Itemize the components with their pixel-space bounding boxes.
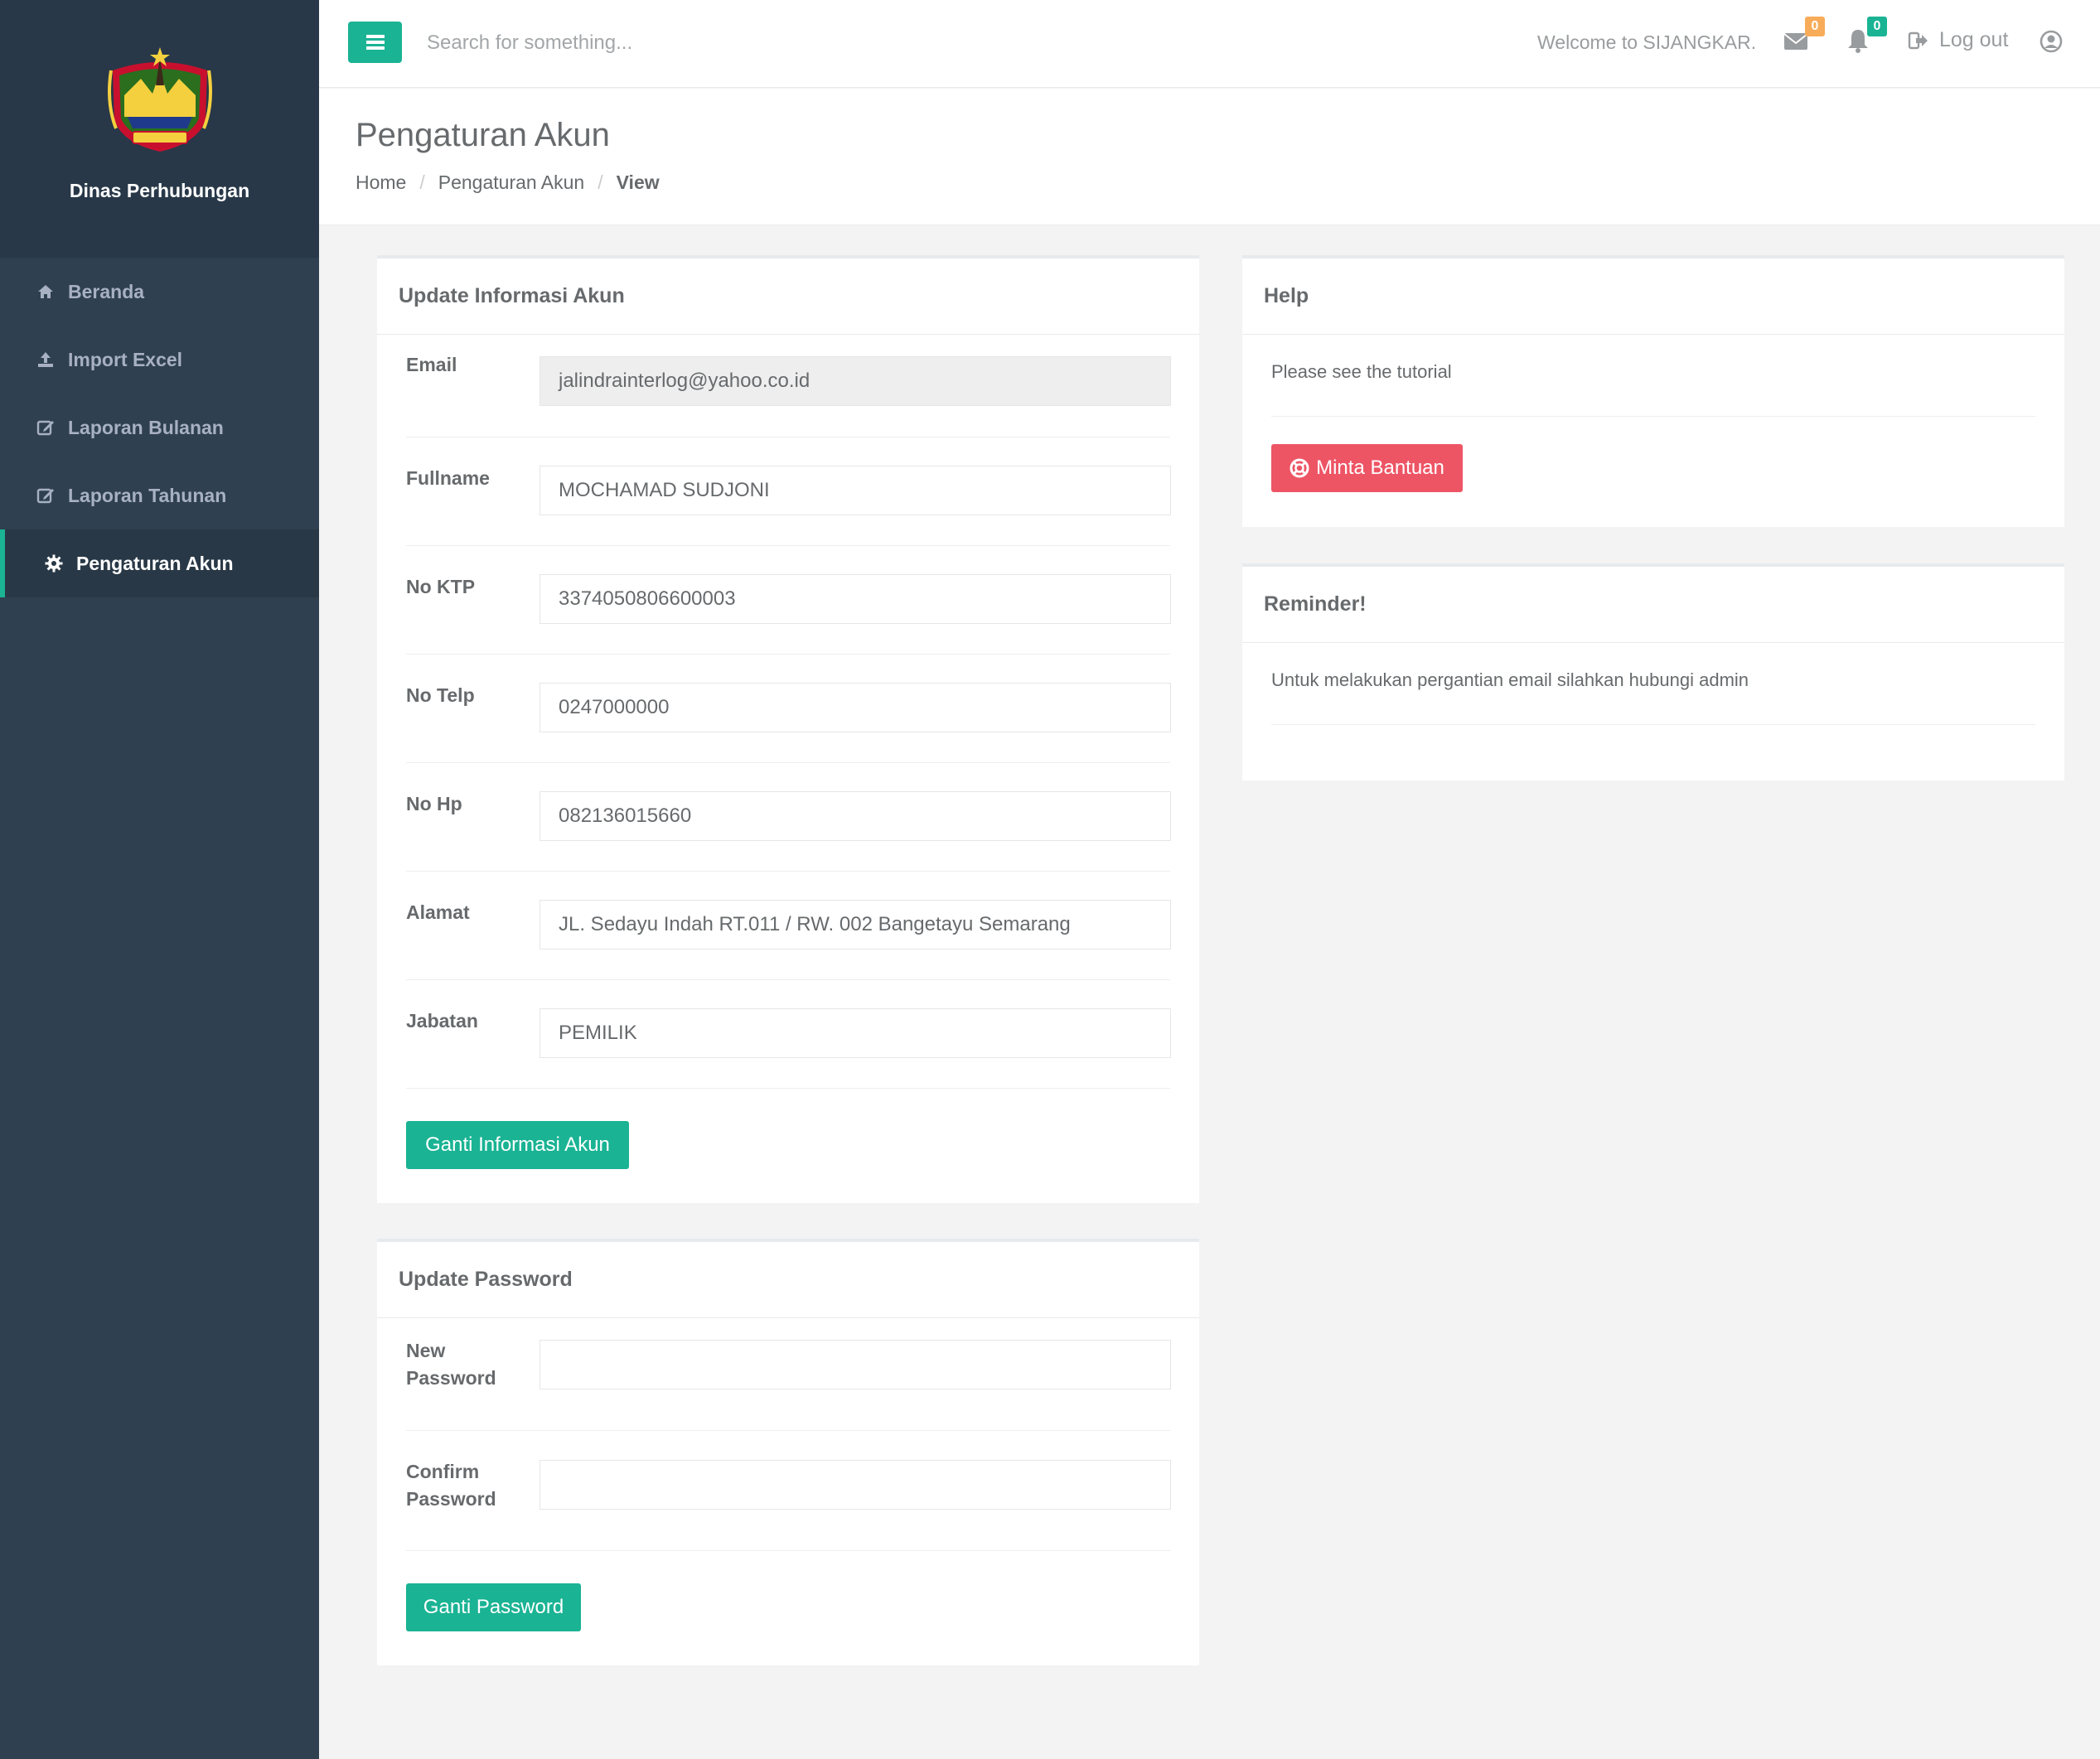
no-hp-field[interactable]: 082136015660 [540,791,1171,841]
sidebar-item-label: Import Excel [68,348,183,370]
email-row: Email jalindrainterlog@yahoo.co.id [406,335,1171,437]
sidebar-item-label: Pengaturan Akun [76,552,234,574]
alamat-field[interactable]: JL. Sedayu Indah RT.011 / RW. 002 Banget… [540,900,1171,950]
organization-name: Dinas Perhubungan [69,180,250,201]
breadcrumb-pengaturan-akun[interactable]: Pengaturan Akun [438,172,584,194]
alert-count-badge: 0 [1867,17,1887,36]
confirm-password-input[interactable] [540,1460,1171,1510]
reminder-panel: Reminder! Untuk melakukan pergantian ema… [1242,563,2064,780]
breadcrumb-separator: / [419,172,425,193]
hamburger-icon [365,35,385,50]
welcome-message: Welcome to SIJANGKAR. [1537,31,1757,53]
fullname-field[interactable]: MOCHAMAD SUDJONI [540,466,1171,515]
alamat-row: Alamat JL. Sedayu Indah RT.011 / RW. 002… [406,872,1171,980]
update-account-button[interactable]: Ganti Informasi Akun [406,1121,629,1169]
reminder-text: Untuk melakukan pergantian email silahka… [1271,669,1749,690]
new-password-label-line1: New [406,1340,446,1361]
breadcrumb-current: View [616,172,660,193]
panel-title: Help [1242,259,2064,335]
sidebar-item-laporan-tahunan[interactable]: Laporan Tahunan [0,461,319,529]
breadcrumb-separator: / [598,172,603,193]
confirm-password-label: Confirm Password [406,1458,496,1513]
breadcrumb: Home / Pengaturan Akun / View [356,172,660,194]
edit-icon [35,417,56,438]
help-text: Please see the tutorial [1271,361,1452,382]
menu-toggle-button[interactable] [348,22,402,63]
sidebar-item-laporan-bulanan[interactable]: Laporan Bulanan [0,394,319,461]
new-password-input[interactable] [540,1340,1171,1389]
sidebar-nav: Beranda Import Excel Laporan Bulanan Lap… [0,258,319,597]
sidebar-item-label: Laporan Bulanan [68,416,224,438]
request-help-button[interactable]: Minta Bantuan [1271,444,1463,492]
divider [1271,416,2035,417]
sidebar-header: Dinas Perhubungan [0,0,319,258]
sidebar-item-beranda[interactable]: Beranda [0,258,319,326]
panel-title: Reminder! [1242,567,2064,643]
new-password-label: New Password [406,1337,496,1392]
page-title: Pengaturan Akun [356,117,610,153]
sidebar: Dinas Perhubungan Beranda Import Excel L… [0,0,319,1759]
fullname-label: Fullname [406,467,490,489]
panel-title: Update Informasi Akun [377,259,1199,335]
no-telp-field[interactable]: 0247000000 [540,683,1171,732]
no-telp-row: No Telp 0247000000 [406,655,1171,763]
no-ktp-row: No KTP 3374050806600003 [406,546,1171,655]
confirm-password-label-line1: Confirm [406,1461,480,1482]
divider [1271,724,2035,725]
no-telp-label: No Telp [406,684,475,706]
sidebar-item-label: Beranda [68,280,145,302]
jawa-tengah-emblem-logo [107,47,212,152]
user-circle-icon[interactable] [2040,30,2063,53]
no-ktp-label: No KTP [406,576,476,597]
sidebar-item-import-excel[interactable]: Import Excel [0,326,319,394]
page-heading: Pengaturan Akun Home / Pengaturan Akun /… [319,89,2100,225]
no-ktp-field[interactable]: 3374050806600003 [540,574,1171,624]
no-hp-row: No Hp 082136015660 [406,763,1171,872]
jabatan-field[interactable]: PEMILIK [540,1008,1171,1058]
home-icon [35,281,56,302]
update-password-panel: Update Password New Password Confirm Pas… [377,1239,1199,1665]
sign-out-icon [1908,31,1928,49]
mail-count-badge: 0 [1805,17,1825,36]
update-account-panel: Update Informasi Akun Email jalindrainte… [377,255,1199,1203]
new-password-row: New Password [406,1318,1171,1431]
breadcrumb-home[interactable]: Home [356,172,406,194]
logout-link[interactable]: Log out [1908,28,2008,52]
no-hp-label: No Hp [406,793,462,814]
new-password-label-line2: Password [406,1367,496,1389]
request-help-label: Minta Bantuan [1316,457,1444,479]
top-navbar: Welcome to SIJANGKAR. 0 0 Log out [319,0,2100,88]
email-field: jalindrainterlog@yahoo.co.id [540,356,1171,406]
alamat-label: Alamat [406,901,470,923]
confirm-password-row: Confirm Password [406,1431,1171,1551]
fullname-row: Fullname MOCHAMAD SUDJONI [406,437,1171,546]
jabatan-label: Jabatan [406,1010,478,1032]
gear-icon [43,553,65,574]
jabatan-row: Jabatan PEMILIK [406,980,1171,1089]
search-input[interactable] [425,25,856,61]
logout-label: Log out [1939,28,2009,51]
panel-title: Update Password [377,1242,1199,1318]
upload-icon [35,349,56,370]
help-panel: Help Please see the tutorial Minta Bantu… [1242,255,2064,527]
life-ring-icon [1290,458,1309,478]
sidebar-item-label: Laporan Tahunan [68,484,227,506]
confirm-password-label-line2: Password [406,1488,496,1510]
sidebar-item-pengaturan-akun[interactable]: Pengaturan Akun [0,529,319,597]
edit-icon [35,485,56,506]
email-label: Email [406,354,457,375]
change-password-button[interactable]: Ganti Password [406,1583,581,1631]
